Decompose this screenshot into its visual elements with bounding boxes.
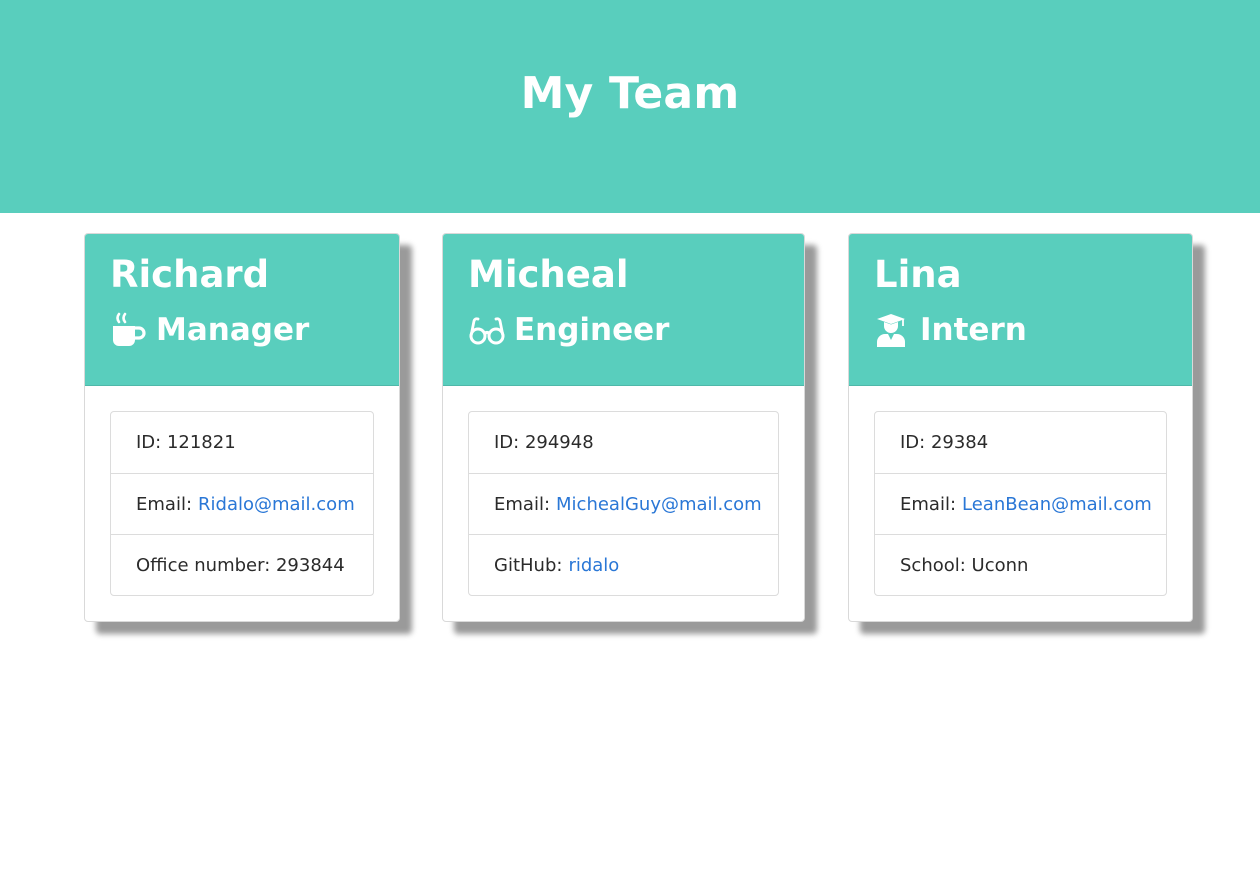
office-number-item: Office number: 293844 [111,534,373,595]
email-link[interactable]: Ridalo@mail.com [198,494,355,515]
email-label: Email: [136,493,193,515]
github-item: GitHub: ridalo [469,534,778,595]
employee-card-manager: Richard Manager ID: 121821 Email: Ridalo… [84,233,400,622]
employee-details: ID: 29384 Email: LeanBean@mail.com Schoo… [874,411,1167,596]
glasses-icon [468,311,506,349]
github-link[interactable]: ridalo [568,555,619,576]
employee-card-engineer: Micheal Engineer ID: 294948 Email: Miche… [442,233,805,622]
coffee-mug-icon [110,311,148,349]
role-label: Manager [156,312,310,348]
employee-role: Intern [874,310,1192,350]
employee-role: Engineer [468,310,804,350]
email-link[interactable]: MichealGuy@mail.com [556,494,762,515]
email-link[interactable]: LeanBean@mail.com [962,494,1152,515]
employee-name: Micheal [468,253,629,296]
header-banner: My Team [0,0,1260,213]
employee-card-intern: Lina Intern ID: 29384 Email: LeanBean@ma… [848,233,1193,622]
email-item: Email: Ridalo@mail.com [111,473,373,534]
employee-role: Manager [110,310,399,350]
card-header: Micheal Engineer [443,234,804,386]
role-label: Intern [920,312,1027,348]
role-label: Engineer [514,312,670,348]
email-item: Email: LeanBean@mail.com [875,473,1166,534]
github-label: GitHub: [494,554,563,576]
id-item: ID: 121821 [136,432,236,453]
id-item: ID: 294948 [494,432,594,453]
card-header: Richard Manager [85,234,399,386]
employee-name: Richard [110,253,270,296]
graduate-icon [874,311,912,349]
employee-details: ID: 294948 Email: MichealGuy@mail.com Gi… [468,411,779,596]
page-title: My Team [520,68,740,119]
card-header: Lina Intern [849,234,1192,386]
email-item: Email: MichealGuy@mail.com [469,473,778,534]
employee-details: ID: 121821 Email: Ridalo@mail.com Office… [110,411,374,596]
school-item: School: Uconn [875,534,1166,595]
email-label: Email: [900,493,957,515]
email-label: Email: [494,493,551,515]
id-item: ID: 29384 [900,432,989,453]
employee-name: Lina [874,253,962,296]
